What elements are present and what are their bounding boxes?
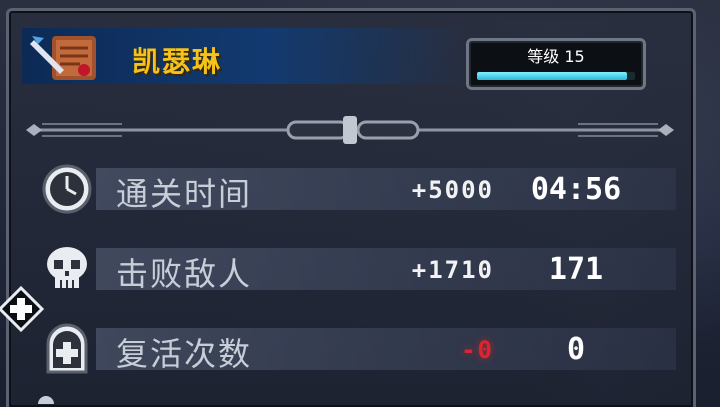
stat-bonus: +5000 <box>411 176 494 204</box>
stat-label: 击败敌人 <box>116 255 253 293</box>
ornamental-divider <box>26 116 674 144</box>
character-name: 凯瑟琳 <box>132 45 223 78</box>
scroll-quill-icon <box>30 36 96 80</box>
tombstone-cross-icon <box>46 323 88 374</box>
level-label: 等级 15 <box>527 47 585 66</box>
skull-icon <box>47 247 87 288</box>
stat-bonus: -0 <box>461 336 494 364</box>
stat-row-revives: 复活次数 -0 0 <box>36 322 678 376</box>
stat-value: 171 <box>548 252 604 287</box>
side-diamond-plus-icon <box>0 286 44 332</box>
experience-bar-fill <box>477 72 628 80</box>
stat-value: 0 <box>566 332 586 367</box>
stat-label: 通关时间 <box>116 175 253 213</box>
stat-row-enemies-defeated: 击败敌人 +1710 171 <box>36 242 678 296</box>
experience-bar <box>477 72 635 80</box>
level-badge: 等级 15 <box>466 38 646 90</box>
stat-bonus: +1710 <box>411 256 494 284</box>
stat-label: 复活次数 <box>116 335 253 373</box>
clock-icon <box>42 164 92 214</box>
stat-row-clear-time: 通关时间 +5000 04:56 <box>36 162 678 216</box>
stat-value: 04:56 <box>530 172 622 207</box>
